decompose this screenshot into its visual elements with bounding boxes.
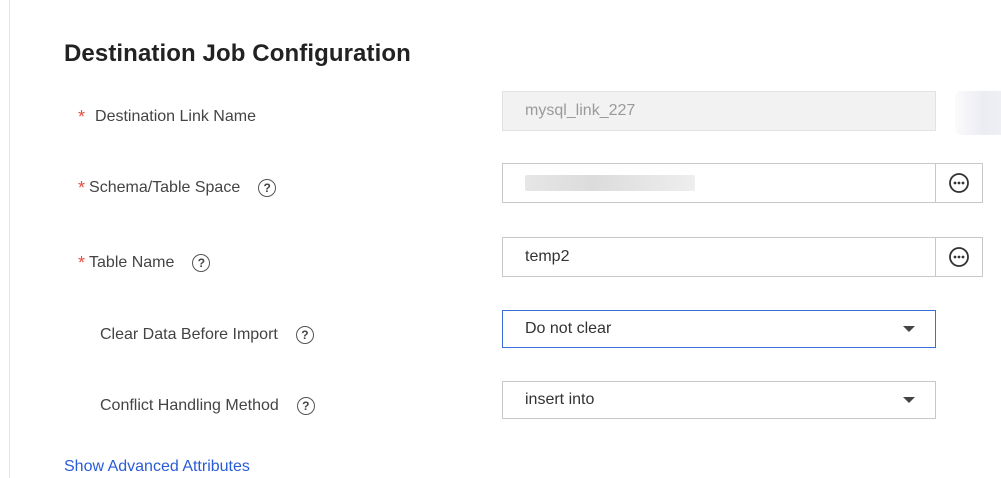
schema-browse-button[interactable] [935,163,983,203]
dropdown-caret-icon [903,326,915,332]
help-icon[interactable]: ? [296,397,315,415]
more-options-icon [949,247,969,267]
clear-data-label-row: Clear Data Before Import ? [100,326,314,344]
clear-data-select[interactable]: Do not clear [502,310,936,348]
table-name-label-row: * Table Name ? [78,253,211,273]
table-name-browse-button[interactable] [935,237,983,277]
help-icon[interactable]: ? [192,254,211,272]
conflict-handling-select[interactable]: insert into [502,381,936,419]
required-star: * [78,253,86,273]
more-options-icon [949,173,969,193]
blurred-side-element [955,91,1001,135]
conflict-label: Conflict Handling Method [100,397,279,414]
table-name-value: temp2 [525,248,570,265]
destination-link-name-field: mysql_link_227 [502,91,936,131]
schema-label-row: * Schema/Table Space ? [78,178,277,198]
clear-data-selected-value: Do not clear [525,320,612,337]
link-name-label: Destination Link Name [95,108,256,125]
help-icon[interactable]: ? [295,326,314,344]
redacted-value [525,175,695,191]
link-name-label-row: * Destination Link Name [78,108,256,126]
section-title: Destination Job Configuration [64,40,411,67]
left-divider [9,0,10,478]
table-name-input[interactable]: temp2 [502,237,936,277]
help-icon[interactable]: ? [258,179,277,197]
required-star: * [78,107,86,127]
schema-input[interactable] [502,163,936,203]
required-star: * [78,178,86,198]
conflict-selected-value: insert into [525,391,595,408]
clear-data-label: Clear Data Before Import [100,326,278,343]
table-name-label: Table Name [89,254,175,271]
schema-label: Schema/Table Space [89,179,241,196]
conflict-label-row: Conflict Handling Method ? [100,397,315,415]
destination-link-name-value: mysql_link_227 [525,102,636,119]
dropdown-caret-icon [903,397,915,403]
show-advanced-attributes-link[interactable]: Show Advanced Attributes [64,458,250,476]
